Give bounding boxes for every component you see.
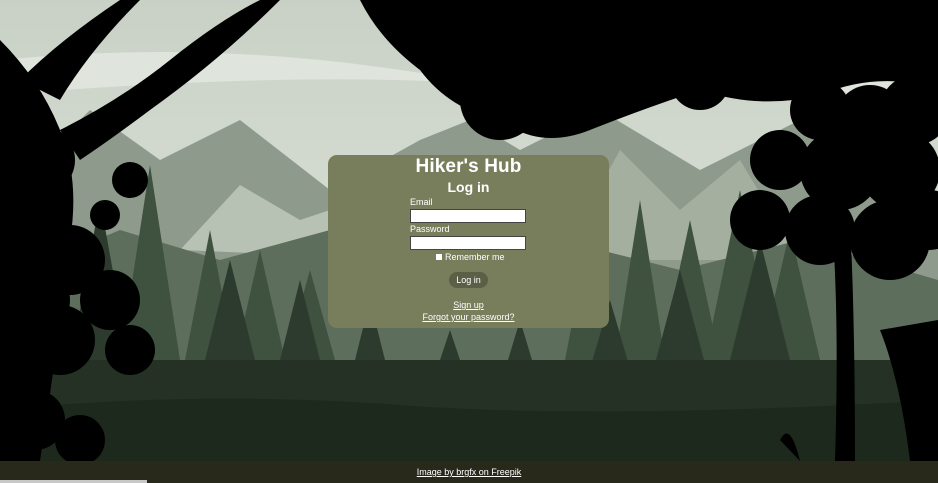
image-credit-link[interactable]: Image by brgfx on Freepik (0, 467, 938, 477)
login-card: Hiker's Hub Log in Email Password Rememb… (328, 155, 609, 328)
email-label: Email (410, 197, 433, 207)
remember-me-checkbox[interactable] (436, 254, 442, 260)
remember-me-label: Remember me (445, 252, 505, 262)
login-heading: Log in (447, 179, 490, 195)
password-label: Password (410, 224, 450, 234)
signup-link[interactable]: Sign up (328, 300, 609, 310)
password-field[interactable] (410, 236, 526, 250)
email-field[interactable] (410, 209, 526, 223)
app-title: Hiker's Hub (415, 156, 522, 177)
remember-me-row[interactable]: Remember me (436, 252, 505, 262)
forgot-password-link[interactable]: Forgot your password? (328, 312, 609, 322)
login-button[interactable]: Log in (449, 272, 488, 288)
